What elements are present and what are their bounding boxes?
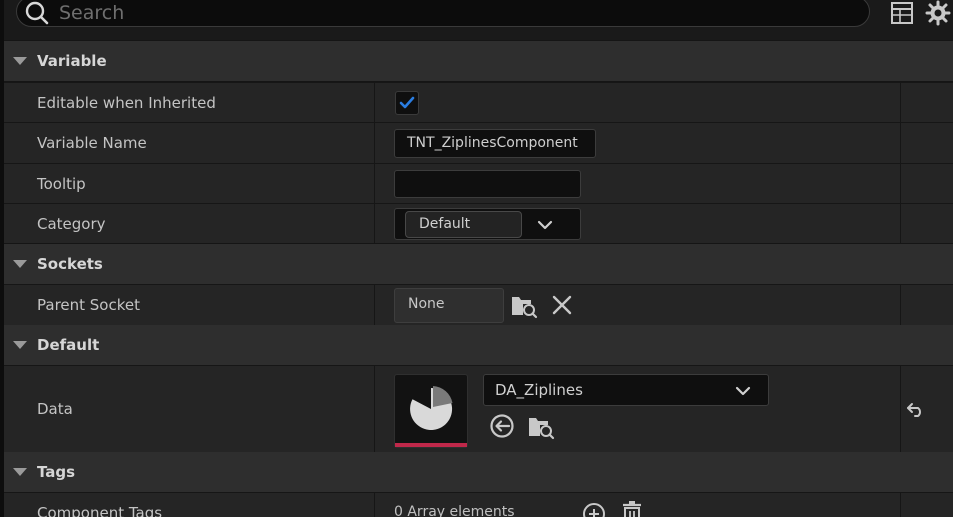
category-value[interactable]: Default	[405, 211, 522, 238]
property-row-editable-when-inherited: Editable when Inherited	[4, 82, 953, 122]
property-label: Parent Socket	[37, 296, 140, 314]
search-box[interactable]	[16, 0, 870, 28]
variable-name-field[interactable]: TNT_ZiplinesComponent	[394, 129, 596, 158]
property-label: Category	[37, 215, 106, 233]
section-title: Sockets	[37, 255, 103, 273]
column-divider	[900, 285, 901, 325]
column-divider	[900, 83, 901, 122]
collapse-triangle-icon[interactable]	[13, 260, 27, 268]
asset-type-underline	[395, 443, 467, 447]
property-label: Component Tags	[37, 504, 163, 517]
search-icon	[25, 1, 49, 25]
property-label: Tooltip	[37, 175, 86, 193]
property-row-tooltip: Tooltip	[4, 163, 953, 203]
table-view-icon[interactable]	[889, 0, 915, 26]
use-selected-asset-icon[interactable]	[489, 413, 515, 439]
details-toolbar	[4, 0, 953, 40]
reset-to-default-icon[interactable]	[905, 400, 927, 418]
property-row-category: Category Default	[4, 203, 953, 243]
property-label: Variable Name	[37, 134, 147, 152]
chevron-down-icon[interactable]	[735, 384, 751, 398]
add-element-icon[interactable]	[582, 502, 606, 517]
editable-checkbox[interactable]	[395, 91, 419, 115]
collapse-triangle-icon[interactable]	[13, 468, 27, 476]
asset-picker-combo[interactable]: DA_Ziplines	[483, 374, 769, 406]
property-label: Data	[37, 400, 73, 418]
category-combo[interactable]: Default	[394, 208, 581, 240]
browse-folder-search-icon[interactable]	[526, 412, 556, 440]
search-input[interactable]	[57, 0, 851, 28]
clear-x-icon[interactable]	[551, 294, 573, 316]
property-row-parent-socket: Parent Socket None	[4, 284, 953, 325]
property-row-variable-name: Variable Name TNT_ZiplinesComponent	[4, 122, 953, 163]
property-label: Editable when Inherited	[37, 94, 216, 112]
property-row-data: Data DA_Ziplines	[4, 365, 953, 452]
section-title: Tags	[37, 463, 76, 481]
chevron-down-icon[interactable]	[537, 218, 553, 232]
property-row-component-tags: Component Tags 0 Array elements	[4, 492, 953, 517]
section-title: Default	[37, 336, 100, 354]
column-divider	[900, 123, 901, 163]
column-divider	[900, 204, 901, 243]
column-divider	[900, 164, 901, 203]
collapse-triangle-icon[interactable]	[13, 57, 27, 65]
section-title: Variable	[37, 52, 107, 70]
gear-icon[interactable]	[925, 0, 951, 26]
parent-socket-button[interactable]: None	[394, 288, 504, 323]
browse-folder-search-icon[interactable]	[509, 291, 539, 319]
checkmark-icon	[399, 96, 415, 109]
section-sockets[interactable]: Sockets	[4, 244, 953, 284]
data-asset-pie-icon	[410, 386, 453, 430]
section-variable[interactable]: Variable	[4, 41, 953, 81]
section-tags[interactable]: Tags	[4, 452, 953, 492]
column-divider	[900, 366, 901, 452]
asset-name: DA_Ziplines	[495, 381, 583, 399]
section-default[interactable]: Default	[4, 325, 953, 365]
array-count-text: 0 Array elements	[394, 504, 515, 517]
trash-icon[interactable]	[621, 500, 643, 517]
collapse-triangle-icon[interactable]	[13, 341, 27, 349]
column-divider	[900, 493, 901, 517]
asset-thumbnail[interactable]	[394, 374, 468, 448]
tooltip-field[interactable]	[394, 170, 581, 198]
